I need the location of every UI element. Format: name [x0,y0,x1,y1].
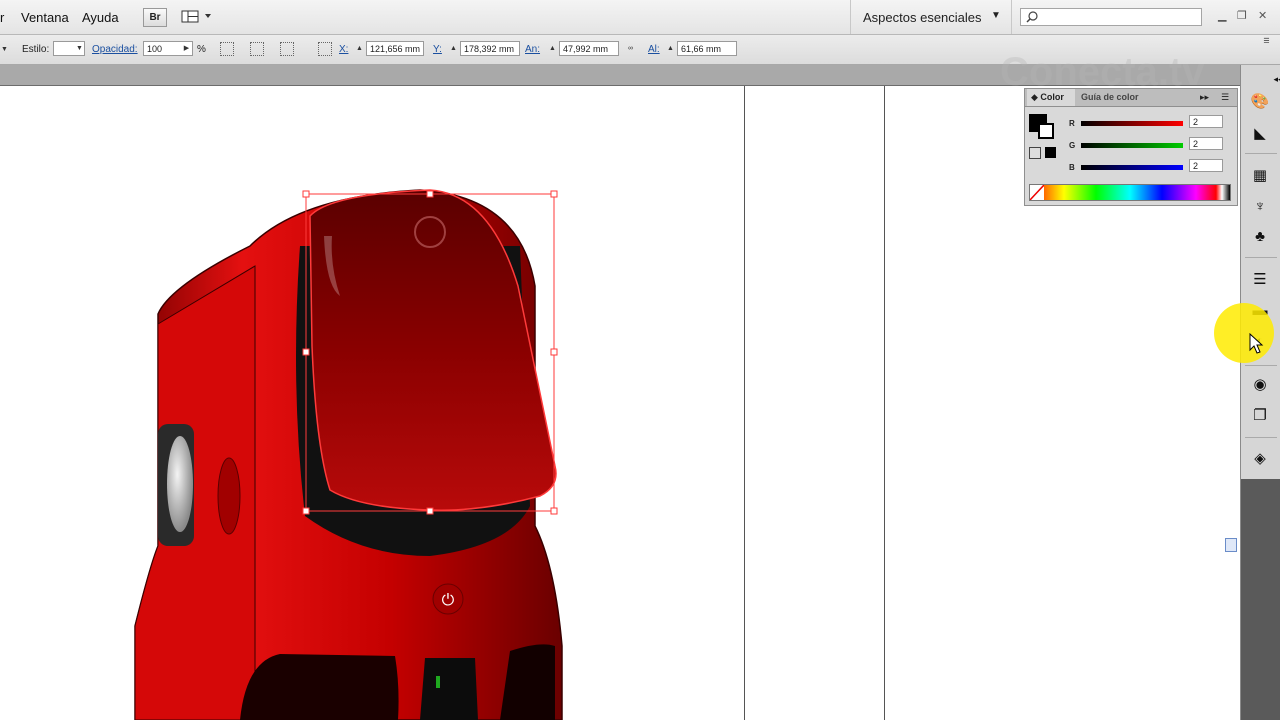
layers-icon[interactable]: ◈ [1249,448,1271,470]
artboard-edge [744,86,745,720]
tab-color-guide[interactable]: Guía de color [1081,92,1139,102]
panel-expand-icon[interactable]: ◂◂ [1267,68,1280,90]
align-icon[interactable] [280,42,294,56]
style-label: Estilo: [22,44,50,55]
out-of-gamut-icon[interactable] [1029,147,1041,159]
height-field[interactable]: 61,66 mm [677,41,737,56]
y-label[interactable]: Y: [433,44,442,55]
lower-vent-middle [420,658,478,720]
symbols-icon[interactable]: ♣ [1249,226,1271,248]
x-field[interactable]: 121,656 mm [366,41,424,56]
chevron-down-icon[interactable]: ▼ [75,42,84,55]
panel-menu-icon[interactable]: ☰ [1221,92,1229,103]
r-slider[interactable] [1081,121,1183,126]
y-field[interactable]: 178,392 mm [460,41,520,56]
menu-item-partial[interactable]: r [0,10,4,25]
stepper-icon[interactable]: ▲ [666,42,675,55]
g-slider[interactable] [1081,143,1183,148]
status-led [436,676,440,688]
layout-grid-icon [181,10,211,23]
width-label[interactable]: An: [525,44,540,55]
web-safe-swatch[interactable] [1045,147,1056,158]
g-label: G [1069,141,1076,150]
search-icon [1026,11,1038,23]
bridge-button[interactable]: Br [143,8,167,27]
opacity-label[interactable]: Opacidad: [92,44,138,55]
chevron-right-icon[interactable]: ▶ [182,42,191,55]
color-panel-icon[interactable]: 🎨 [1249,91,1271,113]
dock-empty-area [1241,479,1280,720]
b-slider[interactable] [1081,165,1183,170]
swatches-icon[interactable]: ▦ [1249,165,1271,187]
restore-icon[interactable]: ❐ [1237,9,1247,22]
stepper-icon[interactable]: ▲ [449,42,458,55]
appearance-icon[interactable]: ◉ [1249,374,1271,396]
r-field[interactable]: 2 [1189,115,1223,128]
product-artwork[interactable]: ⏻ [0,86,740,720]
chevron-down-icon: ▼ [991,10,1001,21]
dock-separator [1245,365,1277,366]
arrange-documents-button[interactable] [180,8,214,25]
lower-vent-left [240,654,399,720]
panel-stub-icon[interactable] [1225,538,1237,552]
stepper-icon[interactable]: ▲ [548,42,557,55]
color-spectrum[interactable] [1029,184,1231,201]
isolate-icon[interactable] [250,42,264,56]
power-icon: ⏻ [442,590,455,609]
menu-item-ayuda[interactable]: Ayuda [82,10,119,25]
side-vent [217,457,241,535]
stroke-swatch[interactable] [1038,123,1054,139]
search-input[interactable] [1020,8,1202,26]
close-icon[interactable]: ✕ [1258,9,1267,22]
recolor-icon[interactable] [220,42,234,56]
r-label: R [1069,119,1075,128]
minimize-icon[interactable]: ▁ [1218,9,1226,22]
collapse-icon[interactable]: ▸▸ [1200,92,1209,103]
link-proportions-icon[interactable]: ∞ [626,42,635,55]
menu-bar: r Ventana Ayuda Br Aspectos esenciales ▼… [0,0,1280,35]
dock-separator [1245,257,1277,258]
side-light [167,436,193,532]
workspace-switcher[interactable]: Aspectos esenciales ▼ [850,0,1012,34]
height-label[interactable]: Al: [648,44,660,55]
menu-item-ventana[interactable]: Ventana [21,10,69,25]
tab-color[interactable]: ◆ Color [1027,89,1075,106]
artboard-edge [884,86,885,720]
opacity-unit: % [197,44,206,55]
color-panel[interactable]: ◆ Color Guía de color ▸▸ ☰ R 2 G 2 B 2 [1024,88,1238,206]
dock-separator [1245,437,1277,438]
workspace-label: Aspectos esenciales [863,10,982,25]
none-swatch-icon[interactable] [1029,184,1045,201]
color-guide-icon[interactable]: ◣ [1249,123,1271,145]
color-panel-tabs: ◆ Color Guía de color ▸▸ ☰ [1025,89,1237,107]
x-label[interactable]: X: [339,44,348,55]
mouse-cursor-icon [1249,333,1264,354]
visor-shape[interactable] [309,189,557,511]
dock-separator [1245,153,1277,154]
stroke-icon[interactable]: ☰ [1249,269,1271,291]
b-label: B [1069,163,1075,172]
panel-dock: ◂◂ 🎨 ◣ ▦ ♆ ♣ ☰ ▬ ◐ ◉ ❐ ◈ [1240,65,1280,720]
cursor-highlight [1214,303,1274,363]
transform-icon[interactable] [318,42,332,56]
stepper-icon[interactable]: ▲ [355,42,364,55]
brushes-icon[interactable]: ♆ [1249,196,1271,218]
g-field[interactable]: 2 [1189,137,1223,150]
width-field[interactable]: 47,992 mm [559,41,619,56]
b-field[interactable]: 2 [1189,159,1223,172]
chevron-down-icon[interactable]: ▼ [0,43,9,56]
panel-menu-icon[interactable]: ☰ [1262,35,1271,48]
graphic-styles-icon[interactable]: ❐ [1249,405,1271,427]
